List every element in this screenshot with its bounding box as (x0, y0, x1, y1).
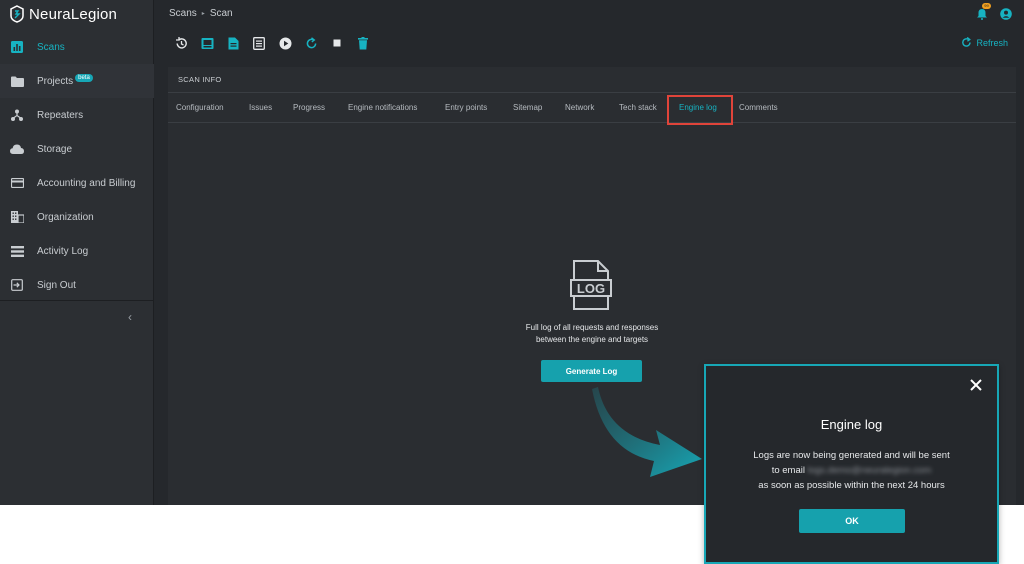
tab-issues[interactable]: Issues (249, 103, 272, 112)
dialog-line-3: as soon as possible within the next 24 h… (758, 480, 945, 491)
dialog-title: Engine log (820, 417, 883, 432)
document-icon (228, 37, 238, 49)
screenshot-button[interactable] (200, 36, 214, 50)
tab-progress[interactable]: Progress (293, 103, 325, 112)
sign-out-icon (10, 278, 24, 292)
close-icon[interactable] (969, 378, 983, 392)
tab-entry-points[interactable]: Entry points (445, 103, 487, 112)
panel-heading: SCAN INFO (168, 67, 1016, 93)
tab-sitemap[interactable]: Sitemap (513, 103, 542, 112)
sidebar-item-projects[interactable]: Projects beta (0, 64, 154, 98)
tab-engine-notifications[interactable]: Engine notifications (348, 103, 417, 112)
stop-icon (333, 39, 341, 47)
sidebar-item-label: Projects beta (37, 73, 93, 87)
sidebar-item-scans[interactable]: Scans (0, 30, 154, 64)
breadcrumb-scans[interactable]: Scans (169, 8, 197, 19)
run-scan-button[interactable] (278, 36, 292, 50)
sidebar-item-repeaters[interactable]: Repeaters (0, 98, 154, 132)
cloud-icon (10, 142, 24, 156)
dialog-body: Logs are now being generated and will be… (706, 448, 997, 493)
chart-icon (10, 40, 24, 54)
sidebar-item-billing[interactable]: Accounting and Billing (0, 166, 154, 200)
delete-scan-button[interactable] (356, 36, 370, 50)
notifications-button[interactable]: 99 (976, 3, 991, 20)
sidebar-item-sign-out[interactable]: Sign Out (0, 268, 154, 302)
sidebar-item-label: Organization (37, 211, 94, 223)
tab-tech-stack[interactable]: Tech stack (619, 103, 657, 112)
scan-toolbar (174, 36, 370, 50)
play-icon (279, 37, 291, 49)
log-icon-text: LOG (577, 281, 605, 296)
dialog-email-address: logs.demo@neuralegion.com (807, 465, 932, 476)
engine-log-dialog: Engine log Logs are now being generated … (704, 364, 999, 564)
projects-label: Projects (37, 75, 74, 87)
building-icon (10, 210, 24, 224)
network-icon (10, 108, 24, 122)
stop-scan-button[interactable] (330, 36, 344, 50)
sidebar-item-label: Scans (37, 41, 65, 53)
tab-network[interactable]: Network (565, 103, 594, 112)
log-file-icon: LOG (570, 260, 612, 310)
folder-icon (10, 74, 24, 88)
sidebar-item-organization[interactable]: Organization (0, 200, 154, 234)
dialog-line-1: Logs are now being generated and will be… (753, 450, 950, 461)
list-icon (10, 244, 24, 258)
delete-icon (358, 36, 368, 49)
refresh-label: Refresh (976, 37, 1008, 48)
brand-name: NeuraLegion (29, 5, 118, 23)
report-icon (253, 36, 265, 50)
sidebar-nav: Scans Projects beta Repeaters Storage Ac… (0, 30, 154, 302)
breadcrumb-scan: Scan (209, 8, 233, 19)
image-icon (201, 37, 213, 49)
dialog-email-prefix: to email (771, 465, 805, 476)
description-line-2: between the engine and targets (535, 335, 649, 344)
dialog-line-2: to email logs.demo@neuralegion.com (706, 463, 997, 478)
sidebar-item-activity-log[interactable]: Activity Log (0, 234, 154, 268)
top-icons: 99 (976, 3, 1012, 25)
top-bar: Scans ▸ Scan 99 Refresh (154, 0, 1024, 62)
credit-card-icon (10, 176, 24, 190)
app-root: NeuraLegion Scans Projects beta Repeater… (0, 0, 1024, 564)
shield-logo-icon (10, 5, 24, 23)
sidebar-item-label: Sign Out (37, 279, 76, 291)
breadcrumb: Scans ▸ Scan (169, 8, 233, 19)
refresh-icon (962, 37, 972, 47)
description-line-1: Full log of all requests and responses (525, 323, 659, 332)
generate-log-button[interactable]: Generate Log (541, 360, 642, 382)
sidebar-item-label: Storage (37, 143, 73, 155)
account-button[interactable] (1000, 7, 1012, 25)
bell-icon (977, 9, 987, 20)
empty-state-description: Full log of all requests and responses b… (492, 322, 692, 346)
annotation-highlight-box (667, 95, 733, 125)
history-button[interactable] (174, 36, 188, 50)
sidebar-divider (0, 300, 154, 301)
sidebar-item-storage[interactable]: Storage (0, 132, 154, 166)
report-button[interactable] (252, 36, 266, 50)
restart-scan-button[interactable] (304, 36, 318, 50)
sidebar-item-label: Accounting and Billing (37, 177, 136, 189)
sidebar: NeuraLegion Scans Projects beta Repeater… (0, 0, 154, 505)
sidebar-item-label: Activity Log (37, 245, 89, 257)
tab-comments[interactable]: Comments (739, 103, 778, 112)
refresh-button[interactable]: Refresh (961, 37, 1008, 48)
breadcrumb-separator: ▸ (201, 11, 205, 17)
restart-icon (306, 36, 316, 48)
beta-badge: beta (75, 73, 93, 82)
collapse-sidebar-button[interactable]: ‹ (128, 310, 132, 324)
scan-info-tabs: Configuration Issues Progress Engine not… (168, 93, 1016, 123)
history-icon (175, 36, 187, 49)
sidebar-item-label: Repeaters (37, 109, 84, 121)
ok-button[interactable]: OK (799, 509, 905, 533)
notification-count-badge: 99 (982, 3, 991, 9)
user-icon (1000, 8, 1012, 20)
annotation-arrow (592, 387, 702, 477)
document-button[interactable] (226, 36, 240, 50)
logo[interactable]: NeuraLegion (10, 4, 117, 24)
tab-configuration[interactable]: Configuration (176, 103, 224, 112)
